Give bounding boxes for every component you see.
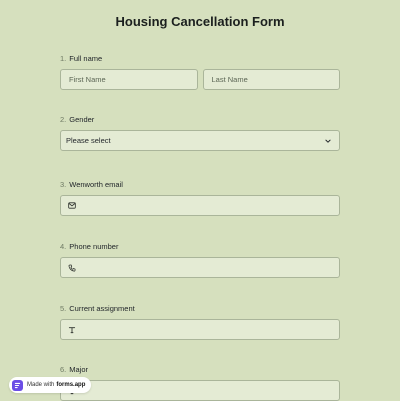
badge-brand: forms.app — [56, 382, 86, 388]
question-phone: 4. Phone number — [60, 241, 340, 278]
major-input[interactable] — [60, 380, 340, 401]
text-icon — [65, 326, 79, 334]
question-major: 6. Major — [60, 364, 340, 401]
mail-icon — [65, 202, 79, 209]
question-full-name: 1. Full name First Name Last Name — [60, 53, 340, 90]
question-number: 6. — [60, 365, 67, 374]
question-text: Wenworth email — [69, 180, 123, 189]
question-current-assignment: 5. Current assignment — [60, 303, 340, 340]
question-text: Full name — [69, 54, 103, 63]
question-label: 2. Gender — [60, 114, 340, 126]
question-label: 6. Major — [60, 364, 340, 376]
question-text: Gender — [69, 115, 95, 124]
last-name-placeholder: Last Name — [211, 75, 248, 84]
question-text: Phone number — [69, 242, 119, 251]
question-number: 1. — [60, 54, 67, 63]
form-title: Housing Cancellation Form — [115, 14, 285, 29]
forms-app-logo-icon — [12, 379, 23, 391]
question-gender: 2. Gender Please select — [60, 114, 340, 151]
question-text: Major — [69, 365, 89, 374]
first-name-input[interactable]: First Name — [60, 69, 198, 90]
made-with-badge[interactable]: Made with forms.app — [9, 377, 92, 393]
question-label: 3. Wenworth email — [60, 179, 340, 191]
question-number: 4. — [60, 242, 67, 251]
phone-input[interactable] — [60, 257, 340, 278]
chevron-down-icon — [325, 139, 331, 143]
question-text: Current assignment — [69, 304, 135, 313]
question-number: 2. — [60, 115, 67, 124]
question-label: 1. Full name — [60, 53, 340, 65]
name-row: First Name Last Name — [60, 69, 340, 90]
email-input[interactable] — [60, 195, 340, 216]
first-name-placeholder: First Name — [69, 75, 106, 84]
question-email: 3. Wenworth email — [60, 179, 340, 216]
question-label: 5. Current assignment — [60, 303, 340, 315]
question-number: 5. — [60, 304, 67, 313]
current-assignment-input[interactable] — [60, 319, 340, 340]
question-number: 3. — [60, 180, 67, 189]
badge-prefix: Made with — [27, 382, 55, 388]
last-name-input[interactable]: Last Name — [202, 69, 340, 90]
gender-select[interactable]: Please select — [60, 130, 340, 151]
gender-select-value: Please select — [66, 136, 111, 145]
question-label: 4. Phone number — [60, 241, 340, 253]
phone-icon — [65, 264, 79, 272]
